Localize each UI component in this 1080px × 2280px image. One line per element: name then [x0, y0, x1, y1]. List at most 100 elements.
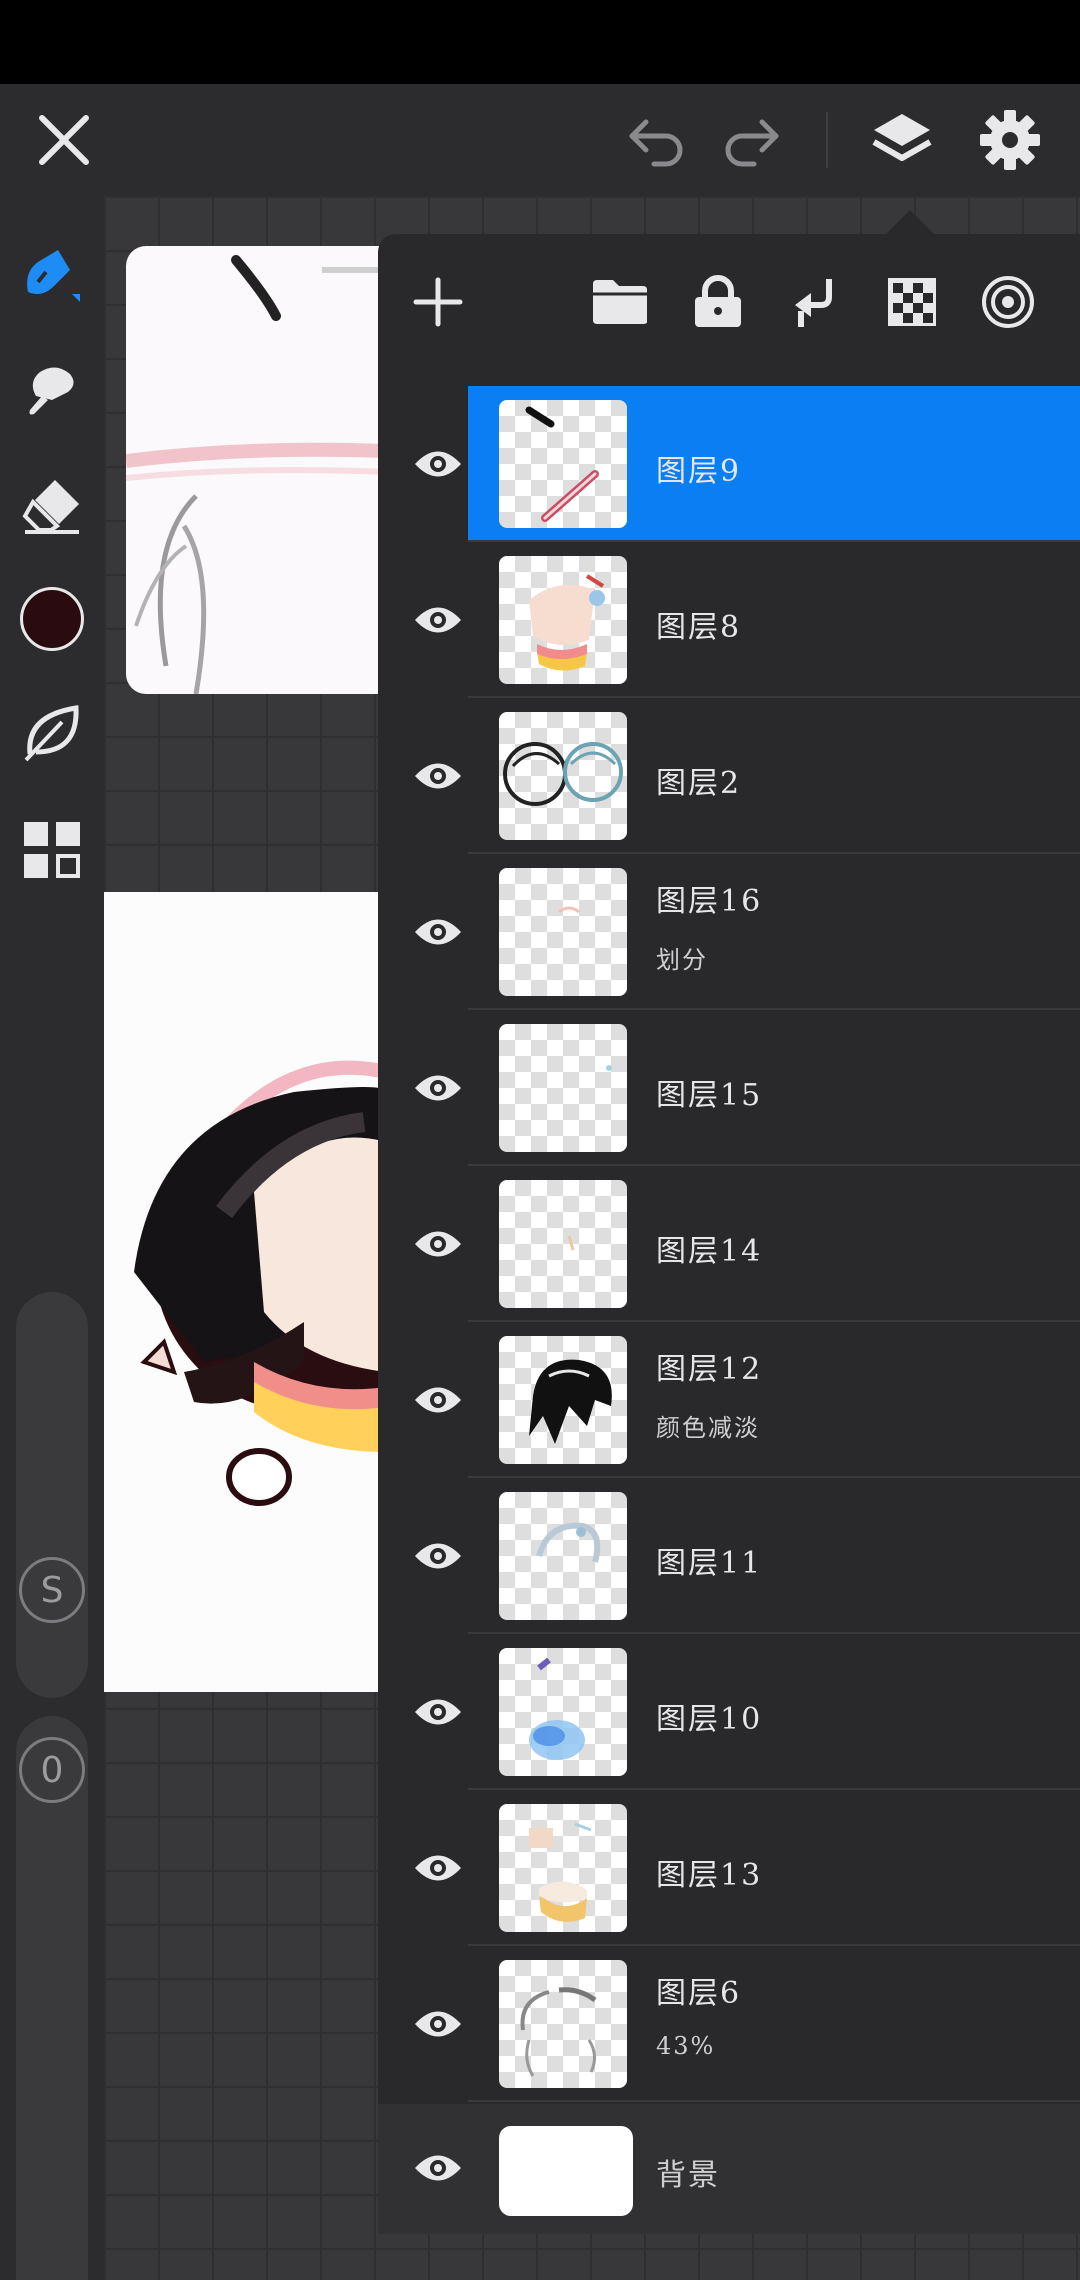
layer-row[interactable]: 图层13	[378, 1790, 1080, 1946]
transparency-lock-button[interactable]	[876, 266, 948, 338]
eye-icon	[415, 1855, 461, 1881]
leaf-icon	[24, 705, 79, 762]
brush-size-slider[interactable]	[16, 1292, 88, 1698]
eye-icon	[415, 1387, 461, 1413]
eye-icon	[415, 451, 461, 477]
layer-row[interactable]: 图层6 43%	[378, 1946, 1080, 2102]
layer-row[interactable]: 图层15	[378, 1010, 1080, 1166]
folder-icon	[593, 280, 647, 324]
brush-size-label: S	[19, 1557, 85, 1623]
layer-name: 图层11	[656, 1546, 763, 1581]
close-icon	[39, 115, 89, 165]
layer-name: 图层12	[656, 1352, 763, 1387]
layer-row[interactable]: 图层12 颜色减淡	[378, 1322, 1080, 1478]
eraser-icon	[22, 480, 79, 534]
visibility-toggle[interactable]	[398, 1516, 478, 1596]
layer-thumbnail	[499, 1024, 627, 1152]
eraser-tool-button[interactable]	[12, 464, 92, 544]
settings-button[interactable]	[970, 100, 1050, 180]
leaf-tool-button[interactable]	[12, 692, 92, 772]
smudge-tool-button[interactable]	[12, 350, 92, 430]
canvas-artwork-top[interactable]	[126, 246, 386, 694]
new-group-button[interactable]	[584, 266, 656, 338]
visibility-toggle[interactable]	[398, 424, 478, 504]
visibility-toggle[interactable]	[398, 892, 478, 972]
status-bar	[0, 0, 1080, 84]
eye-icon	[415, 763, 461, 789]
add-layer-button[interactable]	[402, 266, 474, 338]
eye-icon	[415, 2011, 461, 2037]
redo-button[interactable]	[712, 100, 792, 180]
settings-gear-icon	[980, 110, 1040, 170]
more-tools-button[interactable]	[12, 810, 92, 890]
layers-icon	[872, 114, 932, 161]
visibility-toggle[interactable]	[398, 580, 478, 660]
layer-row[interactable]: 图层8	[378, 542, 1080, 698]
brush-opacity-label: 0	[19, 1737, 85, 1803]
layer-name: 图层10	[656, 1702, 763, 1737]
layer-blend-mode: 颜色减淡	[656, 1414, 760, 1442]
layer-row[interactable]: 图层14	[378, 1166, 1080, 1322]
layer-thumbnail	[499, 400, 627, 528]
brush-icon	[27, 250, 80, 302]
drawing-app: S 0 图层9 图层8 图层2 图层16 划分 图层15 图层14 图层12 颜…	[0, 0, 1080, 2280]
top-toolbar	[0, 84, 1080, 196]
layer-name: 图层6	[656, 1976, 742, 2011]
layer-row[interactable]: 图层2	[378, 698, 1080, 854]
canvas-artwork-main[interactable]	[104, 892, 386, 1692]
layer-blend-mode: 划分	[656, 946, 708, 974]
smudge-icon	[29, 367, 74, 415]
add-layer-icon	[413, 277, 463, 327]
layer-opacity: 43%	[656, 2032, 716, 2060]
undo-icon	[629, 119, 683, 167]
close-button[interactable]	[24, 100, 104, 180]
layer-name: 图层15	[656, 1078, 763, 1113]
layer-row[interactable]: 图层11	[378, 1478, 1080, 1634]
layer-name: 图层14	[656, 1234, 763, 1269]
visibility-toggle[interactable]	[398, 1048, 478, 1128]
layer-thumbnail	[499, 1804, 627, 1932]
color-picker-button[interactable]	[12, 579, 92, 659]
lock-layer-button[interactable]	[682, 266, 754, 338]
toolbar-divider	[826, 112, 828, 168]
visibility-toggle[interactable]	[398, 1204, 478, 1284]
layer-row[interactable]: 图层16 划分	[378, 854, 1080, 1010]
radial-icon	[982, 276, 1034, 328]
visibility-toggle[interactable]	[398, 1828, 478, 1908]
redo-icon	[725, 119, 779, 167]
grid-icon	[24, 822, 80, 878]
visibility-toggle[interactable]	[398, 2128, 478, 2208]
transparency-icon	[888, 278, 936, 326]
eye-icon	[415, 1699, 461, 1725]
layers-panel: 图层9 图层8 图层2 图层16 划分 图层15 图层14 图层12 颜色减淡 …	[378, 234, 1080, 2234]
brush-tool-button[interactable]	[12, 234, 92, 314]
layer-thumbnail	[499, 1180, 627, 1308]
background-layer-row[interactable]: 背景	[378, 2104, 1080, 2234]
layers-button[interactable]	[862, 100, 942, 180]
visibility-toggle[interactable]	[398, 1360, 478, 1440]
layer-name: 图层13	[656, 1858, 763, 1893]
reference-layer-button[interactable]	[972, 266, 1044, 338]
layer-thumbnail	[499, 1336, 627, 1464]
layer-name: 图层9	[656, 454, 742, 489]
layer-thumbnail	[499, 712, 627, 840]
eye-icon	[415, 1543, 461, 1569]
layer-thumbnail	[499, 1960, 627, 2088]
eye-icon	[415, 1075, 461, 1101]
layer-name: 图层2	[656, 766, 742, 801]
visibility-toggle[interactable]	[398, 1672, 478, 1752]
layer-row[interactable]: 图层10	[378, 1634, 1080, 1790]
panel-pointer	[884, 210, 936, 236]
undo-button[interactable]	[616, 100, 696, 180]
background-layer-name: 背景	[656, 2158, 720, 2193]
visibility-toggle[interactable]	[398, 1984, 478, 2064]
layer-row[interactable]: 图层9	[378, 386, 1080, 542]
lock-icon	[695, 275, 741, 327]
visibility-toggle[interactable]	[398, 736, 478, 816]
eye-icon	[415, 1231, 461, 1257]
eye-icon	[415, 2155, 461, 2181]
layer-thumbnail	[499, 556, 627, 684]
eye-icon	[415, 607, 461, 633]
current-color-swatch	[20, 587, 84, 651]
merge-down-button[interactable]	[778, 266, 850, 338]
